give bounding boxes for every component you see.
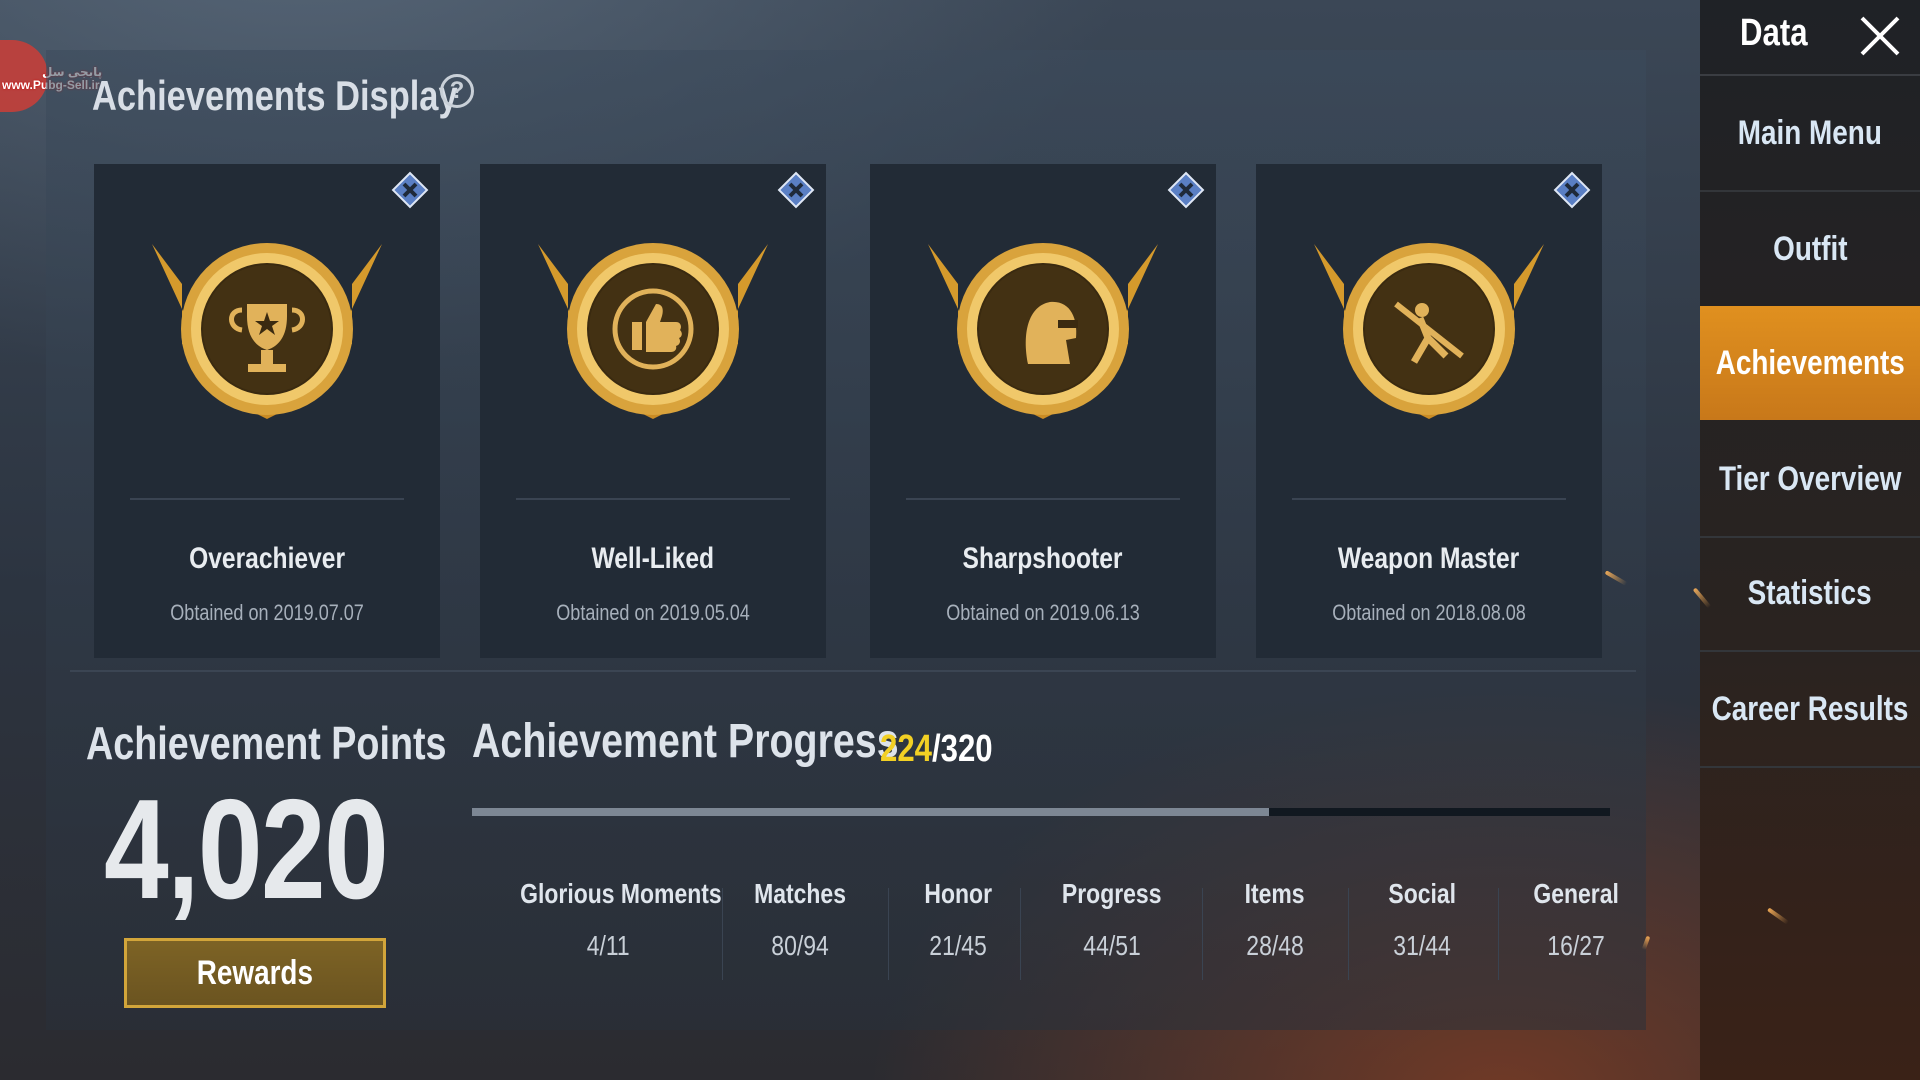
remove-icon[interactable] (1166, 170, 1206, 210)
achievement-card[interactable]: Weapon Master Obtained on 2018.08.08 (1256, 164, 1602, 658)
category-stats: Glorious Moments 4/11 Matches 80/94 Honor 21/… (490, 878, 1630, 988)
achievement-date: Obtained on 2019.05.04 (556, 600, 750, 625)
achievement-date: Obtained on 2019.07.07 (170, 600, 364, 625)
rewards-button[interactable]: Rewards (124, 938, 386, 1008)
category-separator (1498, 888, 1499, 980)
menu-item-outfit[interactable]: Outfit (1700, 192, 1920, 308)
achievement-name: Weapon Master (1338, 542, 1520, 575)
achievement-name: Sharpshooter (963, 542, 1123, 575)
achievement-name: Overachiever (189, 542, 345, 575)
page-title: Achievements Display (92, 72, 458, 119)
category-stat: General 16/27 (1466, 878, 1686, 988)
achievement-points-value: 4,020 (104, 770, 389, 929)
category-separator (888, 888, 889, 980)
helmet-icon (918, 224, 1168, 444)
remove-icon[interactable] (1552, 170, 1592, 210)
card-divider (1292, 498, 1566, 500)
achievement-progress-count: 224/320 (880, 728, 993, 771)
card-divider (906, 498, 1180, 500)
card-divider (516, 498, 790, 500)
achievement-card[interactable]: Overachiever Obtained on 2019.07.07 (94, 164, 440, 658)
menu-item-statistics[interactable]: Statistics (1700, 536, 1920, 652)
category-value: 4/11 (586, 930, 630, 961)
question-circle-icon[interactable]: ? (440, 74, 474, 108)
menu-title: Data (1740, 12, 1808, 54)
progress-total: /320 (931, 728, 993, 770)
data-menu: Data Main Menu Outfit Achievements Tier Ove… (1700, 0, 1920, 1080)
category-separator (1020, 888, 1021, 980)
menu-item-tier-overview[interactable]: Tier Overview (1700, 422, 1920, 538)
menu-item-achievements[interactable]: Achievements (1700, 306, 1920, 420)
remove-icon[interactable] (390, 170, 430, 210)
achievement-progress-label: Achievement Progress (472, 715, 899, 768)
category-separator (1348, 888, 1349, 980)
progress-bar-fill (472, 808, 1269, 816)
achievement-date: Obtained on 2018.08.08 (1332, 600, 1526, 625)
thumbs-up-icon (528, 224, 778, 444)
weapon-master-icon (1304, 224, 1554, 444)
menu-item-career-results[interactable]: Career Results (1700, 652, 1920, 768)
card-divider (130, 498, 404, 500)
achievement-date: Obtained on 2019.06.13 (946, 600, 1140, 625)
achievement-name: Well-Liked (591, 542, 715, 575)
trophy-icon (142, 224, 392, 444)
category-label: Glorious Moments (520, 878, 722, 909)
menu-item-main-menu[interactable]: Main Menu (1700, 76, 1920, 192)
achievement-points-label: Achievement Points (86, 717, 447, 769)
category-separator (722, 888, 723, 980)
progress-current: 224 (880, 728, 932, 770)
category-stat: Glorious Moments 4/11 (498, 878, 722, 988)
category-label: General (1533, 878, 1619, 909)
achievement-card[interactable]: Well-Liked Obtained on 2019.05.04 (480, 164, 826, 658)
remove-icon[interactable] (776, 170, 816, 210)
menu-header: Data (1700, 0, 1920, 76)
category-separator (1202, 888, 1203, 980)
progress-bar (472, 808, 1610, 816)
achievement-card[interactable]: Sharpshooter Obtained on 2019.06.13 (870, 164, 1216, 658)
rewards-button-label: Rewards (196, 953, 314, 992)
close-icon[interactable] (1856, 12, 1904, 60)
section-divider (70, 670, 1636, 672)
category-value: 16/27 (1547, 930, 1605, 961)
